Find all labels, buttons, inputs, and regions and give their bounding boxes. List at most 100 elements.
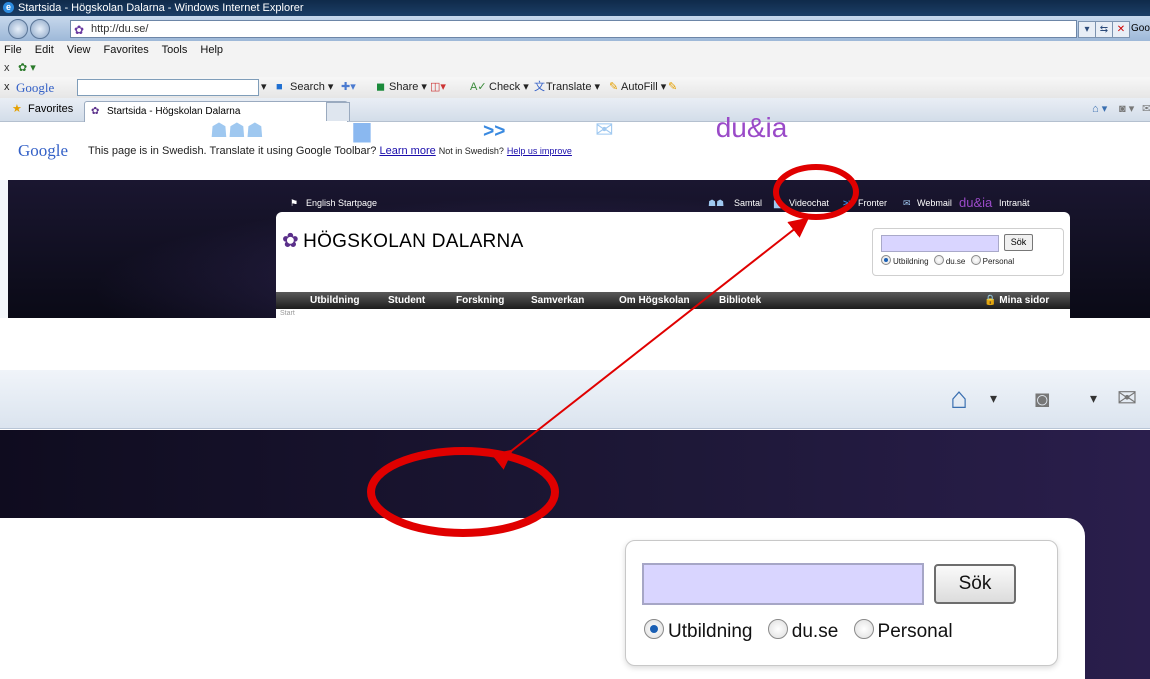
addon-toolbar: x ✿ ▾: [0, 59, 1150, 77]
share-icon: ◼: [376, 81, 386, 93]
title-bar: e Startsida - Högskolan Dalarna - Window…: [0, 0, 1150, 16]
menu-edit[interactable]: Edit: [35, 44, 54, 56]
radio-label: Utbildning: [668, 621, 753, 642]
share-button[interactable]: Share ▾: [389, 77, 427, 98]
samtal-link[interactable]: Samtal: [734, 194, 762, 212]
lock-icon: 🔒: [984, 295, 997, 306]
forward-button[interactable]: [30, 19, 50, 39]
highlight-icon[interactable]: ◫▾: [430, 77, 446, 98]
radio-utbildning[interactable]: [644, 619, 664, 639]
search-button[interactable]: Sök: [934, 564, 1016, 604]
webmail-link[interactable]: Webmail: [623, 121, 697, 142]
favorites-star-icon: ★: [12, 103, 22, 115]
url-text: http://du.se/: [91, 23, 149, 35]
pencil-icon[interactable]: ✎: [668, 77, 677, 98]
menu-file[interactable]: File: [4, 44, 22, 56]
google-logo: Google: [16, 80, 55, 95]
english-startpage-link[interactable]: English Startpage: [306, 194, 377, 212]
nav-forskning[interactable]: Forskning: [456, 292, 504, 309]
window-title: Startsida - Högskolan Dalarna - Windows …: [18, 2, 304, 14]
menu-help[interactable]: Help: [200, 44, 223, 56]
refresh-icon[interactable]: ⇆: [1095, 21, 1113, 38]
site-search-box: Sök Utbildning du.se Personal: [872, 228, 1064, 276]
radio-personal[interactable]: [853, 619, 874, 639]
site-main-nav: Utbildning Student Forskning Samverkan O…: [276, 292, 1070, 309]
intranat-link[interactable]: Intranät: [999, 194, 1030, 212]
menu-favorites[interactable]: Favorites: [104, 44, 149, 56]
back-button[interactable]: [8, 19, 28, 39]
google-toolbar: x Google ▾ ■ Search ▾ ✚▾ ◼ Share ▾ ◫▾ A✓…: [0, 77, 1150, 99]
favicon-icon: ✿: [74, 23, 85, 37]
fronter-icon: >>: [843, 198, 854, 208]
nav-student[interactable]: Student: [388, 292, 425, 309]
close-toolbar-icon[interactable]: x: [4, 59, 10, 77]
people-icon: ☗☗☗: [210, 120, 264, 142]
zoomed-top-links: ☗☗☗ Samtal ▆ Videochat >> Fronter ✉ Webm…: [210, 108, 863, 148]
plus-icon[interactable]: ✚▾: [341, 77, 356, 98]
mina-sidor-label: Mina sidor: [999, 295, 1050, 306]
people-icon: ☗☗: [708, 198, 725, 208]
zoomed-search-layer: Sök Utbildning du.se Personal: [0, 370, 1150, 679]
search-scope-radios: Utbildning du.se Personal: [881, 255, 1014, 268]
menu-view[interactable]: View: [67, 44, 91, 56]
radio-personal[interactable]: [970, 255, 981, 265]
radio-duse[interactable]: [933, 255, 944, 265]
site-top-links: ⚑ English Startpage ☗☗ Samtal ▆ Videocha…: [276, 194, 1076, 212]
home-icon[interactable]: ⌂ ▾: [1092, 98, 1107, 121]
dropdown-icon[interactable]: ▾: [1078, 21, 1096, 38]
menu-tools[interactable]: Tools: [162, 44, 188, 56]
search-button[interactable]: Sök: [1004, 234, 1033, 251]
spellcheck-icon: A✓: [470, 81, 487, 93]
website-header: ⚑ English Startpage ☗☗ Samtal ▆ Videocha…: [8, 180, 1150, 318]
nav-mina-sidor[interactable]: 🔒 Mina sidor: [984, 292, 1049, 309]
videochat-link[interactable]: Videochat: [380, 121, 464, 142]
videochat-link[interactable]: Videochat: [789, 194, 829, 212]
dualia-logo: du&ia: [959, 195, 993, 210]
nav-utbildning[interactable]: Utbildning: [310, 292, 359, 309]
radio-duse[interactable]: [767, 619, 788, 639]
browser-screenshot: e Startsida - Högskolan Dalarna - Window…: [0, 0, 1150, 318]
flower-logo-icon: ✿: [282, 230, 300, 252]
autofill-icon: ✎: [609, 81, 619, 93]
radio-label: Utbildning: [893, 257, 929, 266]
translate-button[interactable]: Translate ▾: [546, 77, 600, 98]
search-provider-label: Goo: [1131, 23, 1150, 34]
favorites-button[interactable]: Favorites: [28, 98, 73, 121]
check-button[interactable]: Check ▾: [489, 77, 529, 98]
address-bar[interactable]: ✿ http://du.se/: [70, 20, 1077, 38]
menu-bar: File Edit View Favorites Tools Help: [0, 41, 1150, 59]
intranat-link[interactable]: Intranät: [799, 121, 863, 142]
radio-label: du.se: [791, 621, 839, 642]
brand-name: HÖGSKOLAN DALARNA: [303, 231, 524, 252]
search-input[interactable]: [642, 563, 924, 605]
mail-icon: ✉: [595, 117, 614, 142]
nav-samverkan[interactable]: Samverkan: [531, 292, 584, 309]
ie-logo-icon: e: [3, 2, 14, 13]
site-content-card: ✿ HÖGSKOLAN DALARNA Sök Utbildning du.se …: [276, 212, 1070, 318]
google-logo: Google: [18, 141, 69, 160]
site-logo[interactable]: ✿ HÖGSKOLAN DALARNA: [282, 228, 524, 253]
mail-icon[interactable]: ✉: [1142, 98, 1150, 121]
radio-label: Personal: [877, 621, 953, 642]
google-search-icon: ■: [276, 81, 283, 93]
autofill-button[interactable]: AutoFill ▾: [621, 77, 666, 98]
webmail-link[interactable]: Webmail: [917, 194, 952, 212]
search-input[interactable]: [881, 235, 999, 252]
tab-favicon-icon: ✿: [91, 106, 100, 117]
google-search-button[interactable]: Search ▾: [290, 77, 333, 98]
fronter-link[interactable]: Fronter: [515, 121, 576, 142]
monitor-icon: ▆: [353, 117, 371, 142]
navigation-bar: ✿ http://du.se/ ▾ ⇆ ✕ Goo: [0, 16, 1150, 41]
radio-utbildning[interactable]: [881, 255, 891, 265]
close-toolbar-icon[interactable]: x: [4, 77, 10, 98]
nav-bibliotek[interactable]: Bibliotek: [719, 292, 761, 309]
samtal-link[interactable]: Samtal: [273, 121, 332, 142]
google-search-input[interactable]: [77, 79, 259, 96]
fronter-link[interactable]: Fronter: [858, 194, 887, 212]
search-scope-radios: Utbildning du.se Personal: [644, 617, 953, 647]
rss-icon[interactable]: ◙ ▾: [1119, 98, 1134, 121]
nav-om-hogskolan[interactable]: Om Högskolan: [619, 292, 690, 309]
stop-icon[interactable]: ✕: [1112, 21, 1130, 38]
google-dropdown-icon[interactable]: ▾: [261, 77, 267, 98]
addon-icon[interactable]: ✿ ▾: [18, 59, 36, 77]
